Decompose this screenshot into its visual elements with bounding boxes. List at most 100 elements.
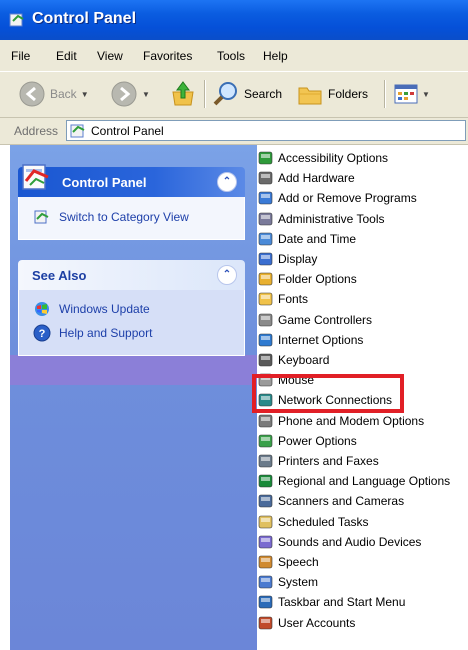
menu-view[interactable]: View: [97, 49, 123, 63]
category-view-icon: [34, 210, 49, 224]
see-also-box-body: Windows Update ? Help and Support: [18, 290, 245, 356]
administrative-tools-icon: [258, 212, 273, 225]
taskbar-start-menu-icon: [258, 596, 273, 609]
scheduled-tasks-icon: [258, 515, 273, 528]
item-label: User Accounts: [278, 615, 356, 630]
address-value: Control Panel: [91, 124, 164, 138]
svg-text:?: ?: [39, 328, 46, 340]
control-panel-box-header[interactable]: Control Panel ⌃: [18, 164, 245, 197]
add-remove-programs-icon: [258, 192, 273, 205]
search-button[interactable]: Search: [212, 78, 282, 110]
item-user-accounts[interactable]: User Accounts: [257, 613, 355, 633]
folders-button[interactable]: Folders: [296, 78, 368, 110]
help-and-support-label: Help and Support: [59, 326, 153, 340]
control-panel-large-icon: [22, 164, 49, 190]
item-add-remove-programs[interactable]: Add or Remove Programs: [257, 188, 417, 208]
menu-bar: File Edit View Favorites Tools Help: [0, 40, 468, 72]
item-speech[interactable]: Speech: [257, 552, 319, 572]
item-label: Folder Options: [278, 272, 357, 287]
title-bar[interactable]: Control Panel: [0, 0, 468, 40]
item-game-controllers[interactable]: Game Controllers: [257, 310, 372, 330]
menu-favorites[interactable]: Favorites: [143, 49, 192, 63]
switch-to-category-view-label: Switch to Category View: [59, 210, 189, 224]
item-system[interactable]: System: [257, 572, 318, 592]
help-and-support-link[interactable]: ? Help and Support: [19, 321, 244, 345]
item-label: Keyboard: [278, 353, 330, 367]
item-printers-faxes[interactable]: Printers and Faxes: [257, 451, 379, 471]
item-add-hardware[interactable]: Add Hardware: [257, 168, 355, 188]
collapse-icon[interactable]: ⌃: [217, 172, 237, 192]
see-also-box-header[interactable]: See Also ⌃: [18, 260, 245, 290]
address-input[interactable]: Control Panel: [66, 120, 466, 141]
item-label: Power Options: [278, 433, 357, 448]
control-panel-box-body: Switch to Category View: [18, 197, 245, 240]
keyboard-icon: [258, 353, 273, 367]
windows-update-label: Windows Update: [59, 302, 150, 316]
sounds-audio-icon: [258, 535, 273, 549]
item-administrative-tools[interactable]: Administrative Tools: [257, 209, 385, 229]
chevron-down-icon[interactable]: ▼: [81, 90, 89, 99]
control-panel-icon: [9, 13, 24, 27]
window-title: Control Panel: [32, 10, 137, 27]
item-label: Administrative Tools: [278, 211, 385, 226]
switch-to-category-view-link[interactable]: Switch to Category View: [19, 205, 244, 229]
control-panel-box-title: Control Panel: [62, 175, 147, 190]
toolbar-separator: [384, 80, 386, 108]
windows-update-icon: [35, 302, 49, 316]
menu-tools[interactable]: Tools: [217, 49, 245, 63]
menu-help[interactable]: Help: [263, 49, 288, 63]
toolbar: Back ▼ ▼ Search Folders ▼: [0, 72, 468, 118]
views-icon: [394, 84, 418, 104]
forward-button[interactable]: ▼: [110, 78, 150, 110]
back-button[interactable]: Back ▼: [18, 78, 89, 110]
item-label: Accessibility Options: [278, 151, 389, 165]
item-label: Scanners and Cameras: [278, 494, 405, 509]
menu-edit[interactable]: Edit: [56, 49, 77, 63]
item-scheduled-tasks[interactable]: Scheduled Tasks: [257, 512, 369, 532]
item-label: Regional and Language Options: [278, 474, 451, 489]
control-panel-icon: [70, 124, 85, 138]
item-label: Add Hardware: [278, 171, 355, 186]
item-taskbar-start-menu[interactable]: Taskbar and Start Menu: [257, 592, 405, 612]
chevron-down-icon[interactable]: ▼: [422, 90, 430, 99]
item-label: Printers and Faxes: [278, 454, 379, 468]
item-folder-options[interactable]: Folder Options: [257, 269, 357, 289]
item-display[interactable]: Display: [257, 249, 317, 269]
item-accessibility[interactable]: Accessibility Options: [257, 148, 388, 168]
views-button[interactable]: ▼: [392, 78, 430, 110]
add-hardware-icon: [258, 171, 273, 185]
regional-language-icon: [258, 474, 273, 488]
help-icon: ?: [33, 324, 51, 342]
toolbar-separator: [204, 80, 206, 108]
item-keyboard[interactable]: Keyboard: [257, 350, 329, 370]
item-internet-options[interactable]: Internet Options: [257, 330, 363, 350]
address-label: Address: [14, 124, 59, 138]
item-fonts[interactable]: Fonts: [257, 289, 308, 309]
item-sounds-audio[interactable]: Sounds and Audio Devices: [257, 532, 421, 552]
control-panel-box: Control Panel ⌃ Switch to Category View: [18, 164, 245, 240]
search-label: Search: [244, 87, 283, 101]
folder-options-icon: [258, 272, 273, 286]
back-label: Back: [50, 87, 77, 101]
item-label: Internet Options: [278, 332, 364, 347]
pane-divider: [10, 355, 257, 385]
item-label: Add or Remove Programs: [278, 191, 417, 206]
item-date-time[interactable]: Date and Time: [257, 229, 356, 249]
back-arrow-icon: [19, 81, 45, 107]
item-power-options[interactable]: Power Options: [257, 431, 357, 451]
item-phone-modem[interactable]: Phone and Modem Options: [257, 411, 424, 431]
up-folder-icon: [172, 81, 194, 106]
chevron-down-icon[interactable]: ▼: [142, 90, 150, 99]
item-scanners-cameras[interactable]: Scanners and Cameras: [257, 491, 404, 511]
power-options-icon: [258, 434, 273, 448]
task-pane: Control Panel ⌃ Switch to Category View …: [10, 145, 257, 650]
collapse-icon[interactable]: ⌃: [217, 265, 237, 285]
menu-file[interactable]: File: [11, 49, 30, 63]
item-label: System: [278, 575, 319, 590]
item-regional-language[interactable]: Regional and Language Options: [257, 471, 450, 491]
windows-update-link[interactable]: Windows Update: [19, 297, 244, 321]
item-label: Scheduled Tasks: [278, 514, 369, 529]
item-label: Speech: [278, 555, 319, 569]
up-folder-button[interactable]: [169, 78, 197, 110]
forward-arrow-icon: [111, 81, 137, 107]
